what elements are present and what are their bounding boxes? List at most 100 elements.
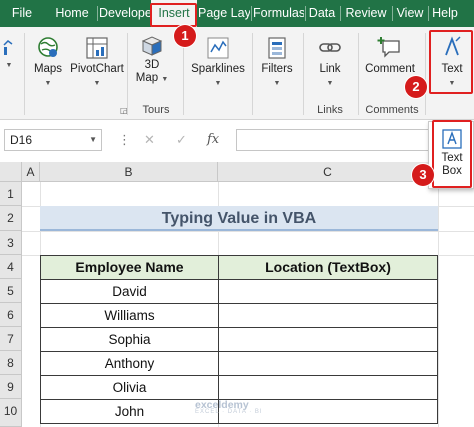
tab-home[interactable]: Home — [50, 0, 94, 27]
row-header[interactable]: 5 — [0, 279, 22, 303]
watermark: exceldemy EXCEL · DATA · BI — [195, 399, 263, 415]
table-header-location: Location (TextBox) — [218, 255, 438, 280]
group-separator — [358, 33, 359, 115]
tab-page-layout[interactable]: Page Lay — [198, 0, 250, 27]
chevron-down-icon: ▼ — [44, 80, 52, 87]
comment-button[interactable]: Comment — [362, 35, 418, 76]
filters-button[interactable]: Filters ▼ — [257, 35, 297, 90]
step-badge-2: 2 — [405, 76, 427, 98]
new-comment-icon — [377, 37, 400, 58]
group-separator — [425, 33, 426, 115]
column-header-a[interactable]: A — [22, 162, 40, 182]
employee-name-cell[interactable]: Olivia — [40, 375, 219, 400]
tab-divider — [251, 6, 252, 21]
link-label: Link — [319, 63, 341, 75]
select-all-corner[interactable] — [0, 162, 22, 182]
location-cell[interactable] — [218, 375, 438, 400]
links-group-label: Links — [317, 104, 343, 116]
table-header-employee-name: Employee Name — [40, 255, 219, 280]
3d-map-label-line2: Map — [135, 72, 159, 84]
chevron-down-icon: ▼ — [214, 80, 222, 87]
location-cell[interactable] — [218, 327, 438, 352]
gridline — [438, 182, 439, 427]
employee-name-cell[interactable]: Williams — [40, 303, 219, 328]
pivotchart-button[interactable]: PivotChart ▼ — [70, 35, 124, 90]
worksheet-grid: A B C 1 2 3 4 5 6 7 8 9 10 Typing Value … — [0, 162, 474, 427]
row-header[interactable]: 1 — [0, 182, 22, 206]
3d-map-button[interactable]: 3D Map ▼ — [132, 33, 172, 86]
group-separator — [24, 33, 25, 115]
employee-name-cell[interactable]: David — [40, 279, 219, 304]
gridline — [22, 231, 474, 232]
tab-file[interactable]: File — [8, 0, 36, 27]
chart-icon — [3, 40, 13, 55]
ribbon-tabs: File Home Develope Insert Page Lay Formu… — [0, 0, 474, 27]
row-header[interactable]: 3 — [0, 231, 22, 255]
tab-developer[interactable]: Develope — [99, 0, 150, 27]
maps-button[interactable]: Maps ▼ — [28, 35, 68, 90]
comment-label: Comment — [365, 63, 415, 75]
text-box-highlight — [432, 120, 472, 188]
row-header[interactable]: 2 — [0, 206, 22, 231]
tab-help[interactable]: Help — [429, 0, 461, 27]
name-box-value: D16 — [10, 133, 33, 147]
formula-options-icon[interactable]: ⋮ — [118, 129, 131, 151]
tab-data[interactable]: Data — [306, 0, 338, 27]
pivotchart-label: PivotChart — [70, 63, 124, 75]
chevron-down-icon: ▼ — [161, 76, 169, 83]
recommended-charts-button[interactable]: ▼ — [0, 35, 18, 72]
group-separator — [252, 33, 253, 115]
step-badge-3: 3 — [412, 164, 434, 186]
employee-name-cell[interactable]: John — [40, 399, 219, 424]
row-header[interactable]: 4 — [0, 255, 22, 279]
tab-formulas[interactable]: Formulas — [253, 0, 304, 27]
sparklines-button[interactable]: Sparklines ▼ — [190, 35, 246, 90]
location-cell[interactable] — [218, 279, 438, 304]
3d-map-label-line1: 3D — [144, 59, 160, 71]
row-header[interactable]: 6 — [0, 303, 22, 327]
sparklines-icon — [207, 37, 229, 59]
chevron-down-icon[interactable]: ▼ — [89, 130, 97, 150]
row-header[interactable]: 9 — [0, 375, 22, 399]
group-separator — [303, 33, 304, 115]
formula-bar: D16 ▼ ⋮ ✕ ✓ fx — [0, 120, 474, 160]
column-header-b[interactable]: B — [40, 162, 218, 182]
maps-label: Maps — [33, 63, 63, 75]
text-button-highlight — [429, 30, 473, 94]
link-button[interactable]: Link ▼ — [310, 35, 350, 90]
pivotchart-icon — [86, 37, 108, 59]
tab-divider — [340, 6, 341, 21]
location-cell[interactable] — [218, 303, 438, 328]
chevron-down-icon: ▼ — [273, 80, 281, 87]
row-header[interactable]: 8 — [0, 351, 22, 375]
chevron-down-icon: ▼ — [5, 62, 13, 69]
name-box[interactable]: D16 ▼ — [4, 129, 102, 151]
dialog-launcher-icon[interactable]: ◲ — [120, 106, 128, 115]
tab-review[interactable]: Review — [342, 0, 390, 27]
ribbon: ▼ Maps ▼ PivotChart ▼ 3D Map ▼ Tours ◲ S… — [0, 27, 474, 120]
insert-tab-highlight — [150, 3, 197, 27]
column-header-c[interactable]: C — [218, 162, 438, 182]
location-cell[interactable] — [218, 351, 438, 376]
slicer-icon — [268, 37, 286, 59]
globe-icon — [38, 37, 58, 57]
fx-icon[interactable]: fx — [207, 129, 219, 151]
tab-view[interactable]: View — [394, 0, 426, 27]
tab-divider — [97, 6, 98, 21]
step-badge-1: 1 — [174, 25, 196, 47]
chevron-down-icon: ▼ — [93, 80, 101, 87]
link-icon — [319, 43, 341, 52]
employee-name-cell[interactable]: Anthony — [40, 351, 219, 376]
filters-label: Filters — [261, 63, 293, 75]
cancel-icon[interactable]: ✕ — [144, 129, 155, 151]
row-header[interactable]: 10 — [0, 399, 22, 427]
watermark-tagline: EXCEL · DATA · BI — [195, 409, 263, 415]
employee-name-cell[interactable]: Sophia — [40, 327, 219, 352]
chevron-down-icon: ▼ — [326, 80, 334, 87]
tab-divider — [392, 6, 393, 21]
row-header[interactable]: 7 — [0, 327, 22, 351]
enter-icon[interactable]: ✓ — [176, 129, 187, 151]
sparklines-label: Sparklines — [191, 63, 245, 75]
sheet-title: Typing Value in VBA — [40, 206, 438, 231]
comments-group-label: Comments — [365, 104, 419, 116]
